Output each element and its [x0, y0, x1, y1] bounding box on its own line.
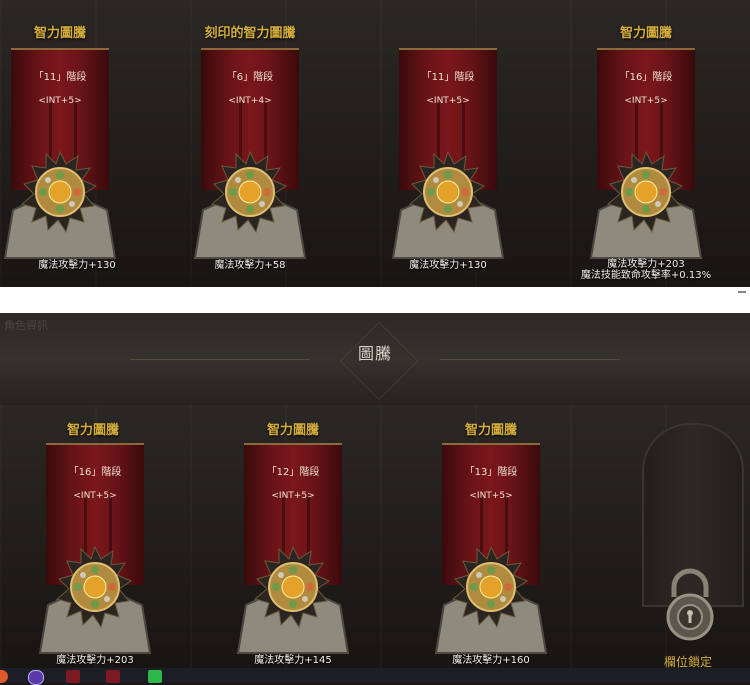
screenshot-gap — [0, 287, 750, 313]
totem-stage: 「11」階段 — [33, 72, 87, 83]
totem-slot-1[interactable]: 智力圖騰 「11」階段 <INT+5> 魔法攻擊力+130 — [0, 0, 155, 287]
totem-slot-5[interactable]: 智力圖騰 「16」階段 <INT+5> 魔法攻擊力+203 — [0, 405, 190, 668]
totem-medal-icon — [589, 150, 703, 259]
line-icon[interactable] — [148, 670, 162, 683]
totem-stage: 「16」階段 — [619, 72, 673, 83]
totem-medal-icon — [38, 545, 152, 654]
totem-slot-3[interactable]: 「11」階段 <INT+5> 魔法攻擊力+130 — [353, 0, 543, 287]
totem-medal-icon — [236, 545, 350, 654]
totem-stage: 「16」階段 — [68, 467, 122, 478]
totem-title: 智力圖騰 — [464, 423, 517, 438]
totem-stat: <INT+5> — [38, 96, 82, 106]
totem-slot-7[interactable]: 智力圖騰 「13」階段 <INT+5> 魔法攻擊力+160 — [396, 405, 586, 668]
totem-effect: 魔法攻擊力+130 — [409, 260, 487, 271]
section-title: 圖騰 — [357, 344, 392, 363]
totem-title: 智力圖騰 — [619, 26, 672, 41]
totem-stage: 「13」階段 — [464, 467, 518, 478]
totem-stage: 「11」階段 — [421, 72, 475, 83]
totem-effect: 魔法攻擊力+203 — [607, 259, 685, 270]
totem-stat: <INT+5> — [271, 491, 315, 501]
totem-title: 智力圖騰 — [266, 423, 319, 438]
totem-medal-icon — [193, 150, 307, 259]
totem-stat: <INT+5> — [469, 491, 513, 501]
game-icon[interactable] — [66, 670, 80, 683]
totem-stat: <INT+5> — [624, 96, 668, 106]
totem-effect: 魔法攻擊力+145 — [254, 655, 332, 666]
totem-effect: 魔法攻擊力+58 — [214, 260, 286, 271]
taskbar — [0, 668, 750, 685]
totem-effect-2: 魔法技能致命攻擊率+0.13% — [580, 270, 712, 281]
totem-effect: 魔法攻擊力+130 — [38, 260, 116, 271]
lock-icon — [666, 568, 714, 641]
browser-icon[interactable] — [0, 670, 8, 683]
locked-label: 欄位鎖定 — [664, 655, 713, 668]
totem-medal-icon — [3, 150, 117, 259]
totem-title: 刻印的智力圖騰 — [204, 26, 296, 41]
totem-title: 智力圖騰 — [33, 26, 86, 41]
totem-effect: 魔法攻擊力+203 — [56, 655, 134, 666]
totem-effect: 魔法攻擊力+160 — [452, 655, 530, 666]
totem-panel-top: 智力圖騰 「11」階段 <INT+5> 魔法攻擊力+130 刻印的智力圖騰 「6… — [0, 0, 750, 287]
totem-panel-bottom: 智力圖騰 「16」階段 <INT+5> 魔法攻擊力+203 智力圖騰 「12」階… — [0, 405, 750, 668]
ghost-label: 角色資訊 — [4, 319, 48, 332]
totem-slot-2[interactable]: 刻印的智力圖騰 「6」階段 <INT+4> 魔法攻擊力+58 — [155, 0, 345, 287]
dash-mark — [738, 291, 746, 293]
totem-slot-locked[interactable]: 欄位鎖定 — [594, 405, 750, 668]
totem-stat: <INT+4> — [228, 96, 272, 106]
totem-title: 智力圖騰 — [66, 423, 119, 438]
totem-medal-icon — [434, 545, 548, 654]
totem-medal-icon — [391, 150, 505, 259]
totem-stage: 「12」階段 — [266, 467, 320, 478]
game-icon-2[interactable] — [106, 670, 120, 683]
totem-stat: <INT+5> — [73, 491, 117, 501]
totem-slot-4[interactable]: 智力圖騰 「16」階段 <INT+5> 魔法攻擊力+203 魔法技能致命攻擊率+… — [551, 0, 741, 287]
totem-stat: <INT+5> — [426, 96, 470, 106]
totem-stage: 「6」階段 — [226, 72, 274, 83]
totem-slot-6[interactable]: 智力圖騰 「12」階段 <INT+5> 魔法攻擊力+145 — [198, 405, 388, 668]
